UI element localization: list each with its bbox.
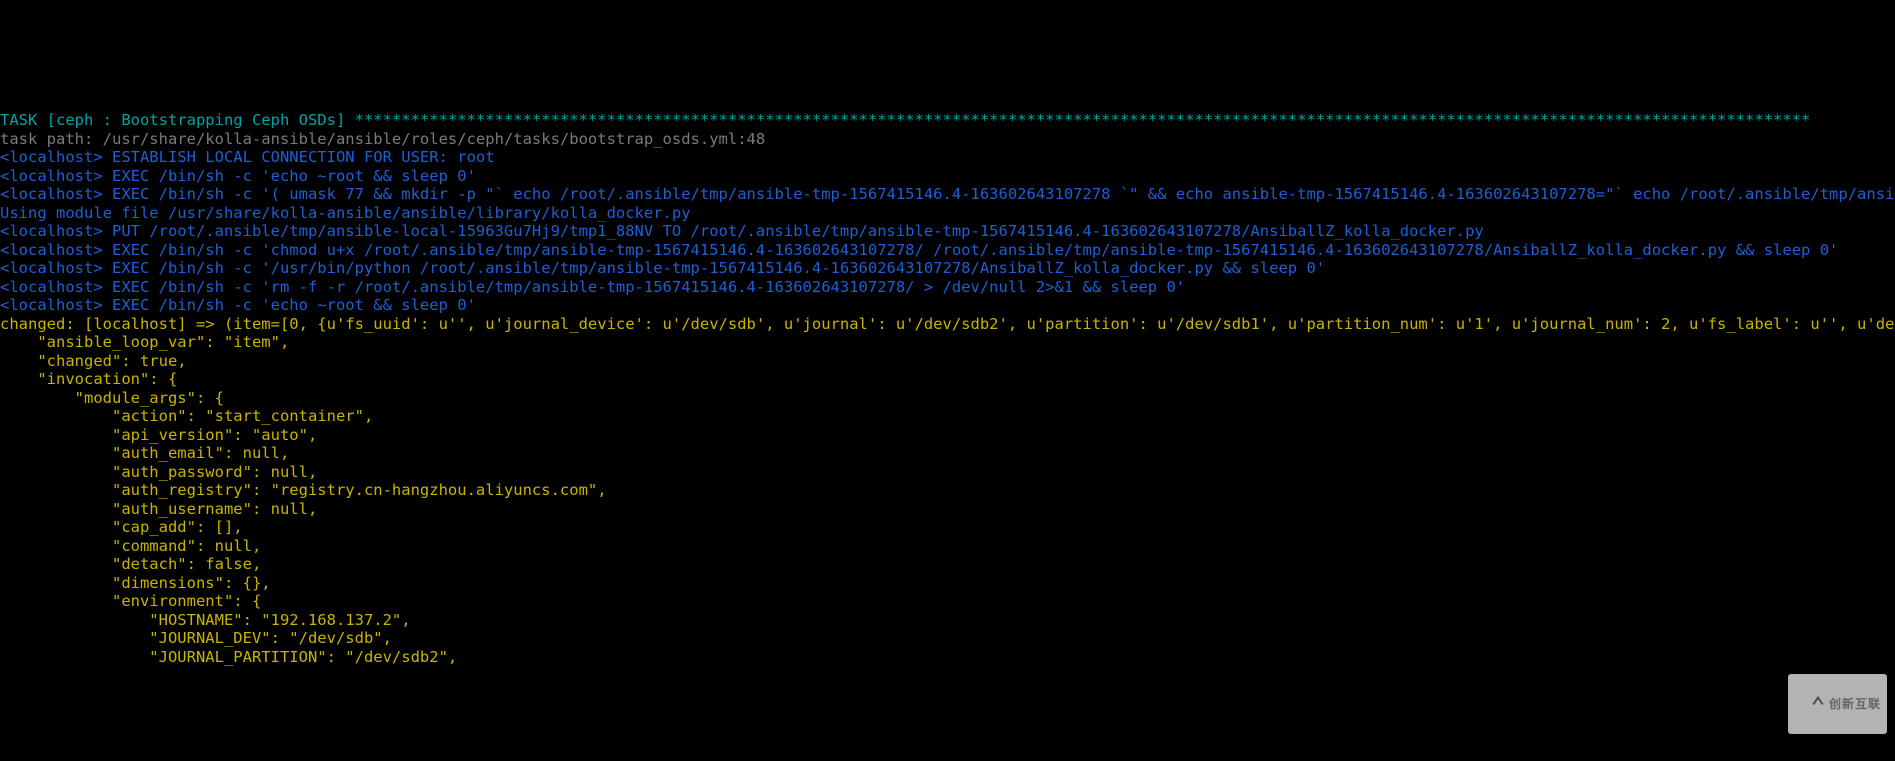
terminal-output[interactable]: TASK [ceph : Bootstrapping Ceph OSDs] **… — [0, 93, 1895, 667]
json-line: "action": "start_container", — [0, 407, 373, 425]
log-line: <localhost> EXEC /bin/sh -c 'echo ~root … — [0, 296, 476, 314]
watermark-text: 创新互联 — [1829, 695, 1881, 714]
json-line: "changed": true, — [0, 352, 187, 370]
json-line: "cap_add": [], — [0, 518, 243, 536]
json-line: "dimensions": {}, — [0, 574, 271, 592]
json-line: "environment": { — [0, 592, 261, 610]
json-line: "auth_password": null, — [0, 463, 317, 481]
log-line: <localhost> EXEC /bin/sh -c 'echo ~root … — [0, 167, 476, 185]
log-line: <localhost> ESTABLISH LOCAL CONNECTION F… — [0, 148, 495, 166]
watermark-logo-icon — [1794, 676, 1825, 733]
task-header-prefix: TASK [ceph : Bootstrapping Ceph OSDs] — [0, 111, 355, 129]
json-line: "api_version": "auto", — [0, 426, 317, 444]
json-line: "auth_registry": "registry.cn-hangzhou.a… — [0, 481, 607, 499]
json-line: "invocation": { — [0, 370, 177, 388]
json-line: "HOSTNAME": "192.168.137.2", — [0, 611, 411, 629]
log-line: <localhost> EXEC /bin/sh -c '/usr/bin/py… — [0, 259, 1325, 277]
task-header-stars: ****************************************… — [355, 111, 1811, 129]
watermark-badge: 创新互联 — [1788, 674, 1887, 735]
json-line: "detach": false, — [0, 555, 261, 573]
task-path: task path: /usr/share/kolla-ansible/ansi… — [0, 130, 765, 148]
changed-header: changed: [localhost] => (item=[0, {u'fs_… — [0, 315, 1895, 333]
json-line: "auth_email": null, — [0, 444, 289, 462]
json-line: "JOURNAL_DEV": "/dev/sdb", — [0, 629, 392, 647]
log-line: Using module file /usr/share/kolla-ansib… — [0, 204, 691, 222]
log-line: <localhost> EXEC /bin/sh -c '( umask 77 … — [0, 185, 1895, 203]
log-line: <localhost> PUT /root/.ansible/tmp/ansib… — [0, 222, 1484, 240]
json-line: "command": null, — [0, 537, 261, 555]
json-line: "module_args": { — [0, 389, 224, 407]
log-line: <localhost> EXEC /bin/sh -c 'chmod u+x /… — [0, 241, 1838, 259]
json-line: "ansible_loop_var": "item", — [0, 333, 289, 351]
json-line: "auth_username": null, — [0, 500, 317, 518]
log-line: <localhost> EXEC /bin/sh -c 'rm -f -r /r… — [0, 278, 1185, 296]
json-line: "JOURNAL_PARTITION": "/dev/sdb2", — [0, 648, 457, 666]
